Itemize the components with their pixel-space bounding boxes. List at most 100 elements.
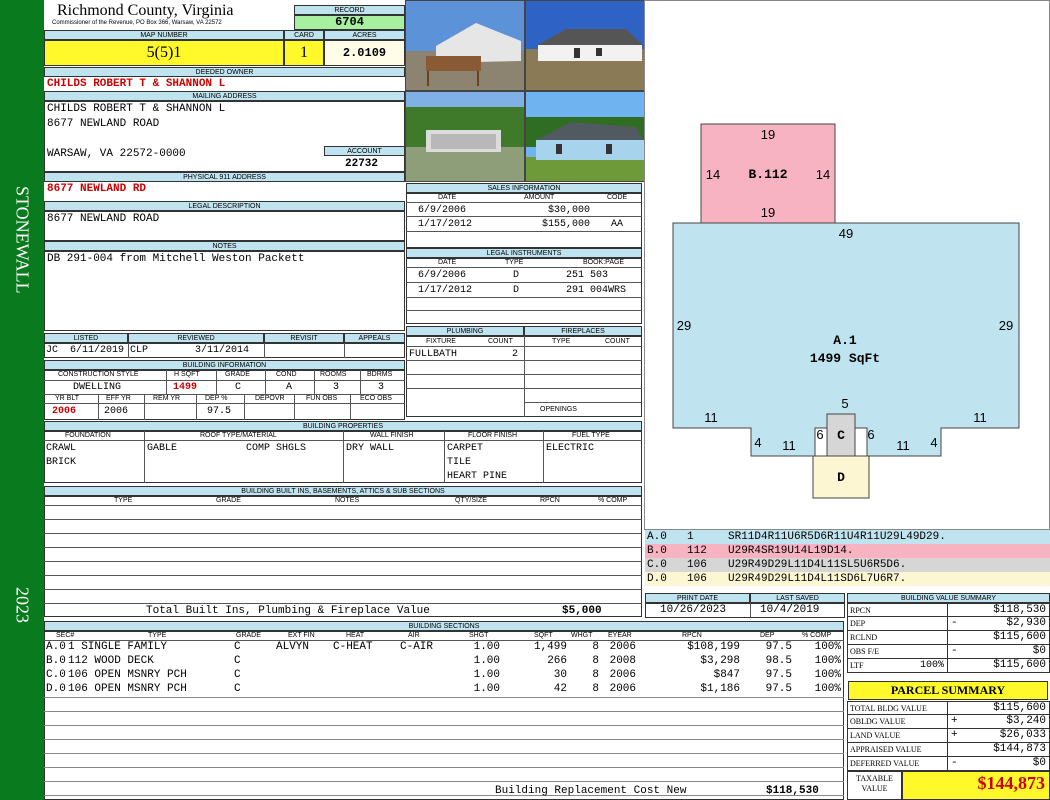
sketch-vector-row: A.0 1 SR11D4R11U6R5D6R11U4R11U29L49D29.: [645, 530, 1050, 544]
plumbing-col-fixture: FIXTURE: [426, 338, 456, 345]
district-sidebar: STONEWALL 2023: [0, 0, 44, 800]
card-header: CARD: [284, 30, 324, 40]
li-2-type: D: [513, 285, 520, 296]
sale-2-amount: $155,000: [541, 219, 590, 230]
property-photo-3: [405, 91, 525, 182]
legal-description-header: LEGAL DESCRIPTION: [44, 201, 405, 211]
effective-year: 2006: [104, 406, 129, 417]
section-cell: ALVYN: [276, 641, 310, 653]
sales-col-date: DATE: [438, 194, 457, 201]
bi-col-grade: GRADE: [225, 371, 250, 378]
sketch-vector-section: C.0: [647, 559, 667, 571]
bi-col-bdrms: BDRMS: [367, 371, 393, 378]
reviewed-by: CLP: [130, 345, 149, 356]
mailing-line-2: 8677 NEWLAND ROAD: [47, 118, 160, 130]
plumbing-header: PLUMBING: [406, 326, 524, 336]
section-cell: 8: [592, 683, 599, 695]
summary-sign: +: [951, 715, 958, 727]
builtins-col-comp: % COMP: [598, 497, 628, 504]
physical-address-header: PHYSICAL 911 ADDRESS: [44, 172, 405, 182]
account-number: 22732: [345, 158, 379, 170]
summary-key: RPCN: [850, 606, 871, 615]
taxable-label: TAXABLE VALUE: [856, 774, 893, 793]
sale-2-code: AA: [611, 219, 624, 230]
summary-sign: 100%: [919, 660, 944, 671]
grade: C: [235, 382, 242, 393]
roof-type: GABLE: [147, 443, 178, 454]
sections-col-header: SQFT: [534, 632, 553, 639]
summary-row: RPCN $118,530: [847, 603, 1050, 617]
record-header: RECORD: [294, 5, 405, 15]
bi-col-hsqft: H SQFT: [174, 371, 200, 378]
summary-value: $2,930: [1006, 617, 1046, 629]
summary-row: DEFERRED VALUE - $0: [847, 757, 1050, 771]
bi-col-cond: COND: [276, 371, 297, 378]
bi-col-rooms: ROOMS: [320, 371, 347, 378]
builtins-col-grade: GRADE: [216, 497, 241, 504]
sketch-vector-path: SR11D4R11U6R5D6R11U4R11U29L49D29.: [728, 531, 946, 543]
notes-header: NOTES: [44, 241, 405, 251]
building-properties-header: BUILDING PROPERTIES: [44, 421, 642, 431]
sketch-vector-path: U29R49D29L11D4L11SL5U6R5D6.: [728, 559, 907, 571]
summary-value: $115,600: [993, 659, 1046, 671]
condition: A: [286, 382, 293, 393]
bi-col-depovr: DEPOVR: [255, 395, 285, 402]
section-cell: C: [234, 641, 241, 653]
summary-value: $115,600: [993, 702, 1046, 714]
floor-finish-3: HEART PINE: [447, 471, 508, 482]
bi-col-ecoobs: ECO OBS: [360, 395, 392, 402]
li-2-date: 1/17/2012: [418, 285, 473, 296]
sales-col-code: CODE: [607, 194, 628, 201]
fireplace-col-count: COUNT: [605, 338, 630, 345]
li-col-type: TYPE: [505, 259, 524, 266]
section-cell: 100%: [814, 669, 841, 681]
appeals-header: APPEALS: [344, 333, 405, 343]
sketch-vector-row: D.0 106 U29R49D29L11D4L11SD6L7U6R7.: [645, 572, 1050, 586]
section-cell: C-HEAT: [333, 641, 373, 653]
sections-col-header: WHGT: [571, 632, 593, 639]
legal-description: 8677 NEWLAND ROAD: [47, 213, 160, 225]
sections-col-header: DEP: [760, 632, 775, 639]
section-cell: C: [234, 655, 241, 667]
sketch-vector-path: U29R4SR19U14L19D14.: [728, 545, 854, 557]
building-info-header: BUILDING INFORMATION: [44, 360, 405, 370]
summary-row: OBS F/E - $0: [847, 645, 1050, 659]
builtins-table: [44, 496, 642, 617]
value-summary-header: BUILDING VALUE SUMMARY: [847, 593, 1050, 603]
section-cell: 1.00: [473, 641, 500, 653]
floor-finish-1: CARPET: [447, 443, 484, 454]
summary-value: $0: [1032, 757, 1046, 769]
li-1-bookpage: 251 503: [566, 270, 609, 281]
section-cell: C-AIR: [400, 641, 434, 653]
section-cell: 42: [553, 683, 567, 695]
li-1-type: D: [513, 270, 520, 281]
section-cell: 100%: [814, 655, 841, 667]
sketch-vector-path: U29R49D29L11D4L11SD6L7U6R7.: [728, 573, 907, 585]
card-number: 1: [284, 40, 324, 66]
section-cell: 1.00: [473, 669, 500, 681]
builtins-col-qty: QTY/SIZE: [455, 497, 487, 504]
legal-instruments-header: LEGAL INSTRUMENTS: [406, 248, 642, 258]
summary-row: TOTAL BLDG VALUE $115,600: [847, 701, 1050, 715]
builtins-col-type: TYPE: [114, 497, 133, 504]
prop-col-foundation: FOUNDATION: [65, 432, 111, 439]
summary-key: DEFERRED VALUE: [850, 759, 920, 768]
section-cell: 2006: [609, 683, 636, 695]
listed-date: 6/11/2019: [70, 345, 125, 356]
acres-header: ACRES: [324, 30, 405, 40]
section-cell: 1 SINGLE FAMILY: [68, 641, 168, 653]
section-cell: 100%: [814, 683, 841, 695]
li-col-date: DATE: [438, 259, 457, 266]
district-name: STONEWALL: [12, 186, 33, 294]
map-number-header: MAP NUMBER: [44, 30, 284, 40]
sections-col-header: SEC#: [56, 632, 75, 639]
notes-text: DB 291-004 from Mitchell Weston Packett: [47, 253, 305, 265]
section-cell: 98.5: [765, 655, 792, 667]
print-date-header: PRINT DATE: [645, 593, 750, 603]
map-number: 5(5)1: [44, 40, 284, 66]
sections-col-header: % COMP: [802, 632, 832, 639]
li-col-bookpage: BOOK:PAGE: [583, 259, 625, 266]
summary-value: $3,240: [1006, 715, 1046, 727]
summary-value: $144,873: [993, 743, 1046, 755]
rooms: 3: [333, 382, 340, 393]
